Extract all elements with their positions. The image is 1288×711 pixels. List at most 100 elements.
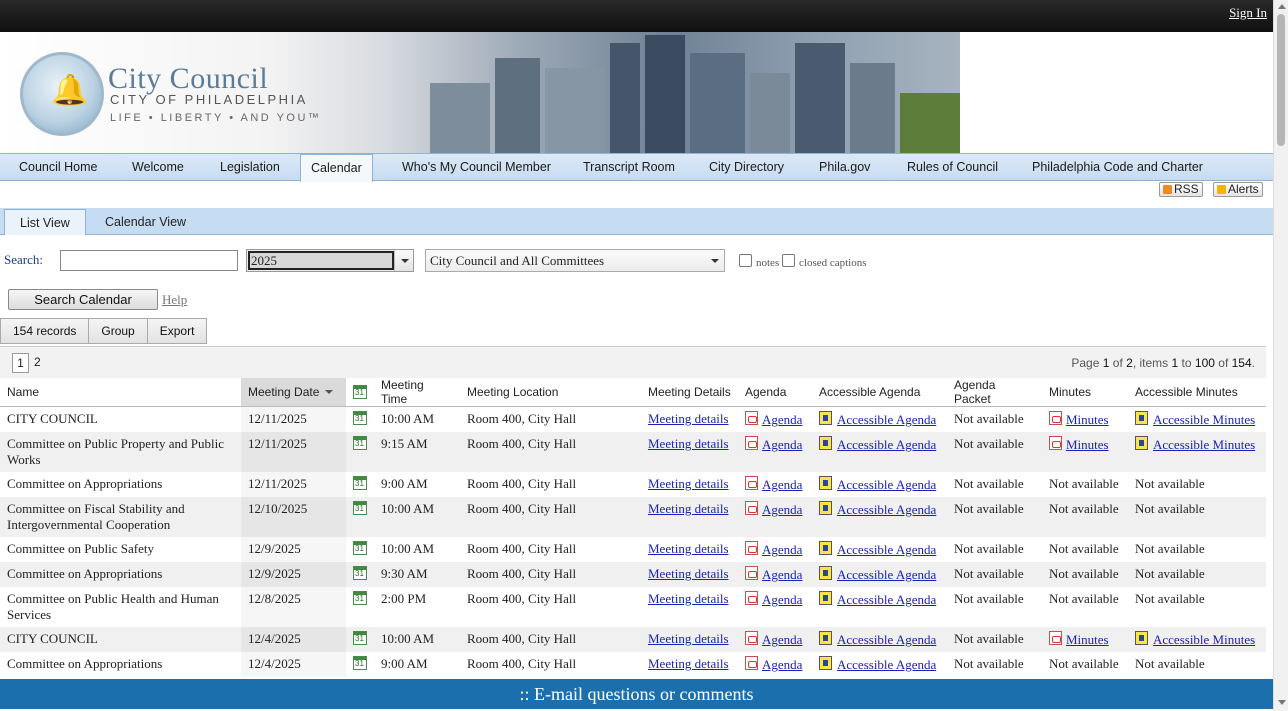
agenda-link[interactable]: Agenda: [762, 412, 802, 427]
nav-code-and-charter[interactable]: Philadelphia Code and Charter: [1022, 154, 1213, 181]
nav-city-directory[interactable]: City Directory: [699, 154, 794, 181]
accessible-doc-icon[interactable]: [819, 436, 832, 450]
export-button[interactable]: Export: [148, 319, 207, 343]
accessible-agenda-link[interactable]: Accessible Agenda: [837, 657, 936, 672]
meeting-details-link[interactable]: Meeting details: [648, 656, 729, 671]
accessible-minutes-link[interactable]: Accessible Minutes: [1153, 437, 1255, 452]
meeting-details-link[interactable]: Meeting details: [648, 541, 729, 556]
agenda-link[interactable]: Agenda: [762, 657, 802, 672]
pdf-icon[interactable]: [745, 656, 758, 670]
alerts-button[interactable]: Alerts: [1213, 182, 1263, 197]
calendar-icon[interactable]: [353, 566, 367, 580]
scroll-down-icon[interactable]: [1278, 700, 1286, 705]
nav-welcome[interactable]: Welcome: [122, 154, 194, 181]
meeting-details-link[interactable]: Meeting details: [648, 436, 729, 451]
meeting-details-link[interactable]: Meeting details: [648, 591, 729, 606]
pdf-icon[interactable]: [745, 476, 758, 490]
calendar-icon[interactable]: [353, 591, 367, 605]
minutes-link[interactable]: Minutes: [1066, 412, 1109, 427]
page-1-button[interactable]: 1: [12, 353, 29, 373]
nav-phila-gov[interactable]: Phila.gov: [809, 154, 880, 181]
chevron-down-icon[interactable]: [705, 250, 724, 271]
accessible-doc-icon[interactable]: [819, 476, 832, 490]
agenda-link[interactable]: Agenda: [762, 542, 802, 557]
pdf-icon[interactable]: [745, 591, 758, 605]
pdf-icon[interactable]: [1049, 631, 1062, 645]
pdf-icon[interactable]: [745, 436, 758, 450]
nav-legislation[interactable]: Legislation: [210, 154, 290, 181]
accessible-doc-icon[interactable]: [819, 501, 832, 515]
calendar-icon[interactable]: [353, 501, 367, 515]
minutes-link[interactable]: Minutes: [1066, 632, 1109, 647]
scrollbar-thumb[interactable]: [1277, 14, 1285, 146]
nav-council-home[interactable]: Council Home: [9, 154, 108, 181]
closed-captions-checkbox[interactable]: [782, 254, 795, 267]
accessible-agenda-link[interactable]: Accessible Agenda: [837, 632, 936, 647]
accessible-agenda-link[interactable]: Accessible Agenda: [837, 567, 936, 582]
accessible-doc-icon[interactable]: [819, 566, 832, 580]
accessible-doc-icon[interactable]: [819, 541, 832, 555]
tab-list-view[interactable]: List View: [4, 209, 86, 235]
agenda-link[interactable]: Agenda: [762, 477, 802, 492]
accessible-agenda-link[interactable]: Accessible Agenda: [837, 592, 936, 607]
col-name[interactable]: Name: [0, 378, 241, 407]
body-select[interactable]: City Council and All Committees: [425, 249, 725, 272]
accessible-agenda-link[interactable]: Accessible Agenda: [837, 477, 936, 492]
group-button[interactable]: Group: [89, 319, 148, 343]
accessible-agenda-link[interactable]: Accessible Agenda: [837, 437, 936, 452]
tab-calendar-view[interactable]: Calendar View: [90, 209, 201, 235]
notes-checkbox[interactable]: [739, 254, 752, 267]
accessible-doc-icon[interactable]: [819, 591, 832, 605]
pdf-icon[interactable]: [1049, 411, 1062, 425]
col-meeting-date[interactable]: Meeting Date: [241, 378, 346, 407]
nav-rules-of-council[interactable]: Rules of Council: [897, 154, 1008, 181]
accessible-agenda-link[interactable]: Accessible Agenda: [837, 542, 936, 557]
scroll-up-icon[interactable]: [1278, 4, 1286, 9]
calendar-icon[interactable]: [353, 476, 367, 490]
year-select[interactable]: 2025: [246, 249, 414, 272]
agenda-link[interactable]: Agenda: [762, 502, 802, 517]
email-feedback-bar[interactable]: :: E-mail questions or comments: [0, 679, 1273, 709]
calendar-icon[interactable]: [353, 411, 367, 425]
rss-button[interactable]: RSS: [1159, 182, 1203, 197]
meeting-details-link[interactable]: Meeting details: [648, 501, 729, 516]
calendar-icon[interactable]: [353, 541, 367, 555]
agenda-link[interactable]: Agenda: [762, 437, 802, 452]
calendar-icon[interactable]: [353, 436, 367, 450]
chevron-down-icon[interactable]: [394, 250, 413, 271]
col-meeting-location[interactable]: Meeting Location: [460, 378, 641, 407]
meeting-details-link[interactable]: Meeting details: [648, 476, 729, 491]
page-2-link[interactable]: 2: [34, 355, 41, 369]
agenda-link[interactable]: Agenda: [762, 567, 802, 582]
accessible-doc-icon[interactable]: [819, 631, 832, 645]
pdf-icon[interactable]: [1049, 436, 1062, 450]
accessible-doc-icon[interactable]: [819, 656, 832, 670]
nav-transcript-room[interactable]: Transcript Room: [573, 154, 685, 181]
pdf-icon[interactable]: [745, 566, 758, 580]
nav-calendar[interactable]: Calendar: [300, 154, 373, 182]
accessible-doc-icon[interactable]: [819, 411, 832, 425]
vertical-scrollbar[interactable]: [1273, 0, 1288, 711]
calendar-icon[interactable]: [353, 656, 367, 670]
accessible-minutes-link[interactable]: Accessible Minutes: [1153, 632, 1255, 647]
calendar-icon[interactable]: [353, 631, 367, 645]
nav-whos-my-council-member[interactable]: Who's My Council Member: [392, 154, 561, 181]
pdf-icon[interactable]: [745, 411, 758, 425]
accessible-doc-icon[interactable]: [1135, 411, 1148, 425]
pdf-icon[interactable]: [745, 541, 758, 555]
pdf-icon[interactable]: [745, 631, 758, 645]
col-meeting-time[interactable]: Meeting Time: [374, 378, 460, 407]
agenda-link[interactable]: Agenda: [762, 632, 802, 647]
records-count-button[interactable]: 154 records: [1, 319, 90, 343]
agenda-link[interactable]: Agenda: [762, 592, 802, 607]
accessible-minutes-link[interactable]: Accessible Minutes: [1153, 412, 1255, 427]
accessible-agenda-link[interactable]: Accessible Agenda: [837, 502, 936, 517]
sign-in-link[interactable]: Sign In: [1229, 5, 1267, 21]
meeting-details-link[interactable]: Meeting details: [648, 631, 729, 646]
meeting-details-link[interactable]: Meeting details: [648, 566, 729, 581]
help-link[interactable]: Help: [162, 292, 187, 308]
meeting-details-link[interactable]: Meeting details: [648, 411, 729, 426]
minutes-link[interactable]: Minutes: [1066, 437, 1109, 452]
search-calendar-button[interactable]: Search Calendar: [8, 289, 158, 310]
pdf-icon[interactable]: [745, 501, 758, 515]
